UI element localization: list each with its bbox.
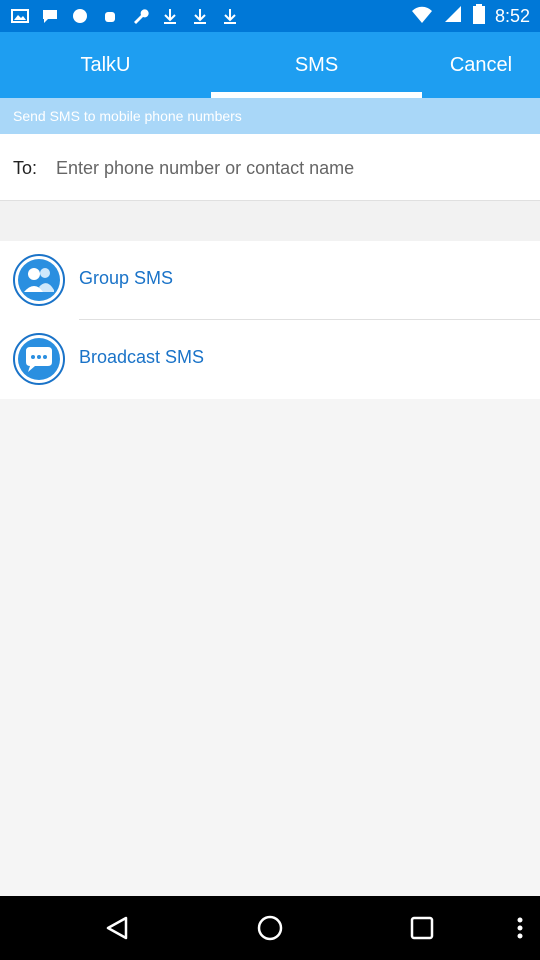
broadcast-sms-item[interactable]: Broadcast SMS	[0, 320, 540, 399]
battery-icon	[472, 3, 485, 29]
to-label: To:	[13, 158, 38, 178]
recent-apps-icon[interactable]	[406, 912, 438, 944]
download-icon	[190, 6, 210, 26]
subtitle-text: Send SMS to mobile phone numbers	[13, 108, 242, 124]
tab-talku[interactable]: TalkU	[0, 32, 211, 98]
status-left-icons	[10, 6, 240, 26]
chat-icon	[40, 6, 60, 26]
signal-icon	[443, 4, 463, 29]
top-app-bar: TalkU SMS Cancel	[0, 32, 540, 98]
chat-bubble-icon	[13, 333, 65, 385]
download-icon	[220, 6, 240, 26]
photo-icon	[10, 6, 30, 26]
broadcast-sms-label: Broadcast SMS	[79, 347, 205, 367]
game-icon	[70, 6, 90, 26]
download-icon	[160, 6, 180, 26]
group-sms-label: Group SMS	[79, 268, 174, 288]
recipient-row: To:	[0, 134, 540, 201]
overflow-menu-icon[interactable]	[510, 912, 530, 944]
back-icon[interactable]	[102, 912, 134, 944]
status-right-icons: 8:52	[411, 0, 530, 32]
cancel-button[interactable]: Cancel	[422, 32, 540, 98]
recipient-input[interactable]	[54, 152, 518, 184]
group-sms-item[interactable]: Group SMS	[0, 241, 540, 320]
group-icon	[13, 254, 65, 306]
sms-options-list: Group SMS Broadcast SMS	[0, 241, 540, 399]
wrench-icon	[130, 6, 150, 26]
status-time: 8:52	[494, 5, 530, 26]
tab-sms[interactable]: SMS	[211, 32, 422, 98]
empty-content-area	[0, 399, 540, 896]
subtitle-banner: Send SMS to mobile phone numbers	[0, 98, 540, 134]
navigation-bar	[0, 896, 540, 960]
android-debug-icon	[100, 6, 120, 26]
home-icon[interactable]	[254, 912, 286, 944]
wifi-icon	[411, 4, 433, 29]
status-bar: 8:52	[0, 0, 540, 32]
